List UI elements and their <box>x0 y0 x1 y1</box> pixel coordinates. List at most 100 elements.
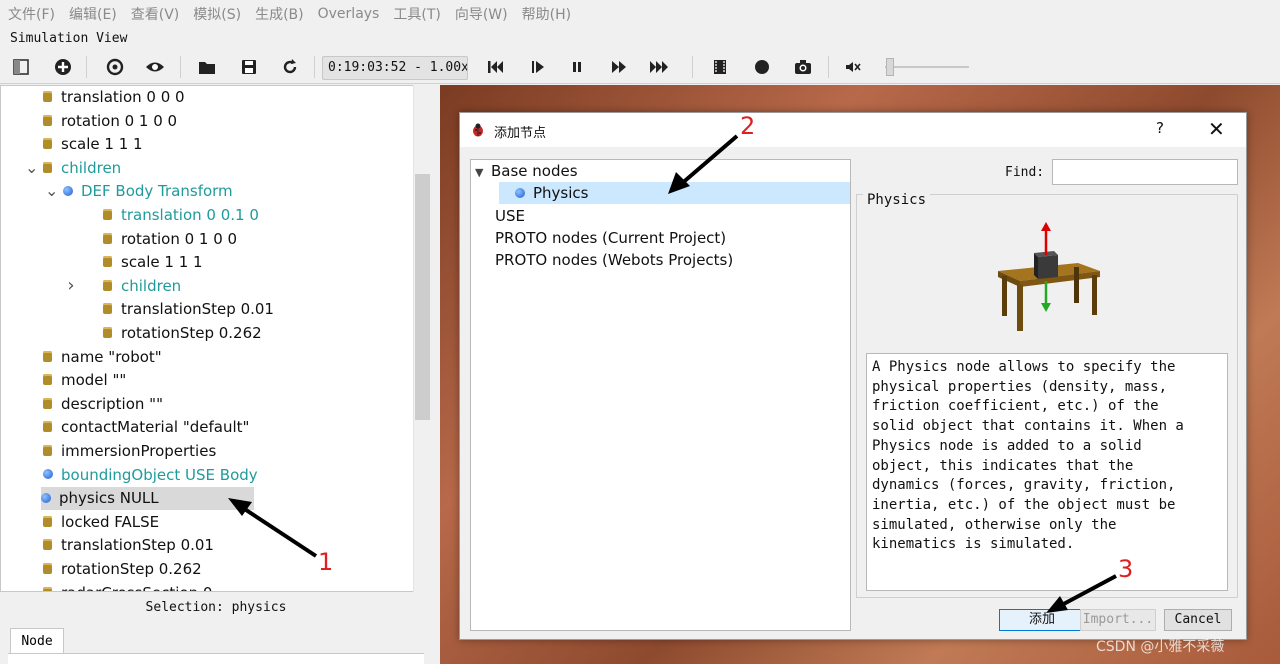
reload-icon[interactable] <box>100 50 130 84</box>
eye-icon[interactable] <box>140 50 170 84</box>
dialog-titlebar: 添加节点 ? ✕ <box>460 113 1246 147</box>
tree-item-label: rotation 0 1 0 0 <box>61 111 178 130</box>
cancel-button[interactable]: Cancel <box>1164 609 1232 631</box>
tree-item[interactable]: translation 0 0.1 0 <box>103 204 259 227</box>
tree-item-label: children <box>61 158 122 177</box>
ball-icon <box>41 492 51 503</box>
chevron-down-icon[interactable]: ▼ <box>475 162 491 184</box>
menu-overlays[interactable]: Overlays <box>318 6 380 22</box>
volume-slider[interactable] <box>885 66 969 68</box>
scene-tree: translation 0 0 0 rotation 0 1 0 0 scale 1… <box>0 85 432 592</box>
cylinder-icon <box>43 586 52 591</box>
menu-bar: 文件(F) 编辑(E) 查看(V) 模拟(S) 生成(B) Overlays 工… <box>0 0 1280 28</box>
import-button[interactable]: Import... <box>1080 609 1156 631</box>
tree-item[interactable]: DEF Body Transform <box>63 180 233 203</box>
tree-item[interactable]: children <box>103 275 181 298</box>
tree-item[interactable]: translationStep 0.01 <box>43 534 214 557</box>
tree-item-label: model "" <box>61 371 127 390</box>
help-button[interactable]: ? <box>1156 119 1164 137</box>
toolbar: 0:19:03:52 - 1.00x <box>0 50 1280 84</box>
callout-1: 1 <box>318 548 334 576</box>
tree-item[interactable]: rotation 0 1 0 0 <box>43 110 177 133</box>
cylinder-icon <box>43 138 52 150</box>
tree-item-label: translation 0 0.1 0 <box>121 206 259 224</box>
tree-item[interactable]: contactMaterial "default" <box>43 416 249 439</box>
cylinder-icon <box>43 445 52 456</box>
cylinder-icon <box>43 114 52 126</box>
tree-item-label: immersionProperties <box>61 442 217 460</box>
play-step-icon[interactable] <box>522 50 552 84</box>
movie-icon[interactable] <box>705 50 735 84</box>
tree-item[interactable]: immersionProperties <box>43 440 216 463</box>
tree-item[interactable]: model "" <box>43 369 126 392</box>
menu-help[interactable]: 帮助(H) <box>522 4 571 24</box>
tree-item[interactable]: translationStep 0.01 <box>103 298 274 321</box>
panel-toggle-icon[interactable] <box>6 50 36 84</box>
tree-item[interactable]: rotationStep 0.262 <box>43 558 202 581</box>
panel-splitter[interactable] <box>432 85 440 664</box>
tree-item[interactable]: scale 1 1 1 <box>43 133 143 156</box>
tree-item[interactable]: description "" <box>43 393 163 416</box>
tree-item[interactable]: radarCrossSection 0 <box>43 582 212 591</box>
save-icon[interactable] <box>234 50 264 84</box>
node-info-title: Physics <box>863 192 931 208</box>
menu-file[interactable]: 文件(F) <box>8 4 55 24</box>
tree-item[interactable]: name "robot" <box>43 346 162 369</box>
selection-label: Selection: physics <box>145 600 287 615</box>
scene-tree-scrollbar-thumb[interactable] <box>415 174 430 420</box>
record-icon[interactable] <box>747 50 777 84</box>
volume-slider-handle[interactable] <box>886 58 894 76</box>
tree-item[interactable]: scale 1 1 1 <box>103 251 203 274</box>
camera-icon[interactable] <box>788 50 818 84</box>
list-item-proto-current[interactable]: PROTO nodes (Current Project) <box>495 227 726 249</box>
tab-node[interactable]: Node <box>10 628 64 654</box>
cylinder-icon <box>103 232 112 244</box>
cylinder-icon <box>43 374 52 386</box>
node-description: A Physics node allows to specify the phy… <box>866 353 1228 591</box>
tree-item-label: rotation 0 1 0 0 <box>121 229 238 248</box>
pause-icon[interactable] <box>562 50 592 84</box>
menu-simulation[interactable]: 模拟(S) <box>193 4 241 24</box>
add-button[interactable]: 添加 <box>999 609 1085 631</box>
tree-item[interactable]: rotation 0 1 0 0 <box>103 228 237 251</box>
volume-mute-icon[interactable] <box>838 50 868 84</box>
reset-icon[interactable] <box>275 50 305 84</box>
run-icon[interactable] <box>604 50 634 84</box>
tree-item-label: contactMaterial "default" <box>61 418 250 437</box>
dialog-title: 添加节点 <box>494 126 547 141</box>
step-back-icon[interactable] <box>480 50 510 84</box>
tree-item-label: physics NULL <box>59 489 159 508</box>
chevron-down-icon[interactable]: ⌄ <box>45 183 58 199</box>
cylinder-icon <box>43 350 52 362</box>
cylinder-icon <box>103 256 112 268</box>
menu-build[interactable]: 生成(B) <box>255 4 304 24</box>
menu-view[interactable]: 查看(V) <box>131 4 180 24</box>
tree-item[interactable]: translation 0 0 0 <box>43 86 185 109</box>
open-folder-icon[interactable] <box>192 50 222 84</box>
tree-item[interactable]: children <box>43 157 121 180</box>
add-node-icon[interactable] <box>48 50 78 84</box>
cylinder-icon <box>43 161 52 173</box>
callout-2: 2 <box>740 112 756 140</box>
list-item-proto-webots[interactable]: PROTO nodes (Webots Projects) <box>495 249 733 271</box>
close-icon[interactable]: ✕ <box>1208 117 1225 141</box>
ball-icon <box>515 187 525 198</box>
tree-item-label: children <box>121 276 182 295</box>
find-input[interactable] <box>1052 159 1238 185</box>
tree-item[interactable]: rotationStep 0.262 <box>103 322 262 345</box>
tree-item[interactable]: physics NULL <box>41 487 254 511</box>
find-label: Find: <box>1005 165 1045 180</box>
fast-forward-icon[interactable] <box>644 50 674 84</box>
menu-tools[interactable]: 工具(T) <box>393 4 440 24</box>
chevron-right-icon[interactable]: › <box>65 276 77 294</box>
menu-edit[interactable]: 编辑(E) <box>69 4 117 24</box>
list-item-use[interactable]: USE <box>495 205 525 227</box>
tree-item-label: description "" <box>61 394 163 413</box>
list-item-base-nodes[interactable]: ▼ Base nodes <box>475 160 578 182</box>
tree-item-label: translationStep 0.01 <box>61 536 214 555</box>
tree-item[interactable]: boundingObject USE Body <box>43 464 258 487</box>
menu-wizards[interactable]: 向导(W) <box>455 4 508 24</box>
tree-item[interactable]: locked FALSE <box>43 511 159 534</box>
chevron-down-icon[interactable]: ⌄ <box>25 159 38 175</box>
list-item-physics[interactable]: Physics <box>499 182 850 204</box>
